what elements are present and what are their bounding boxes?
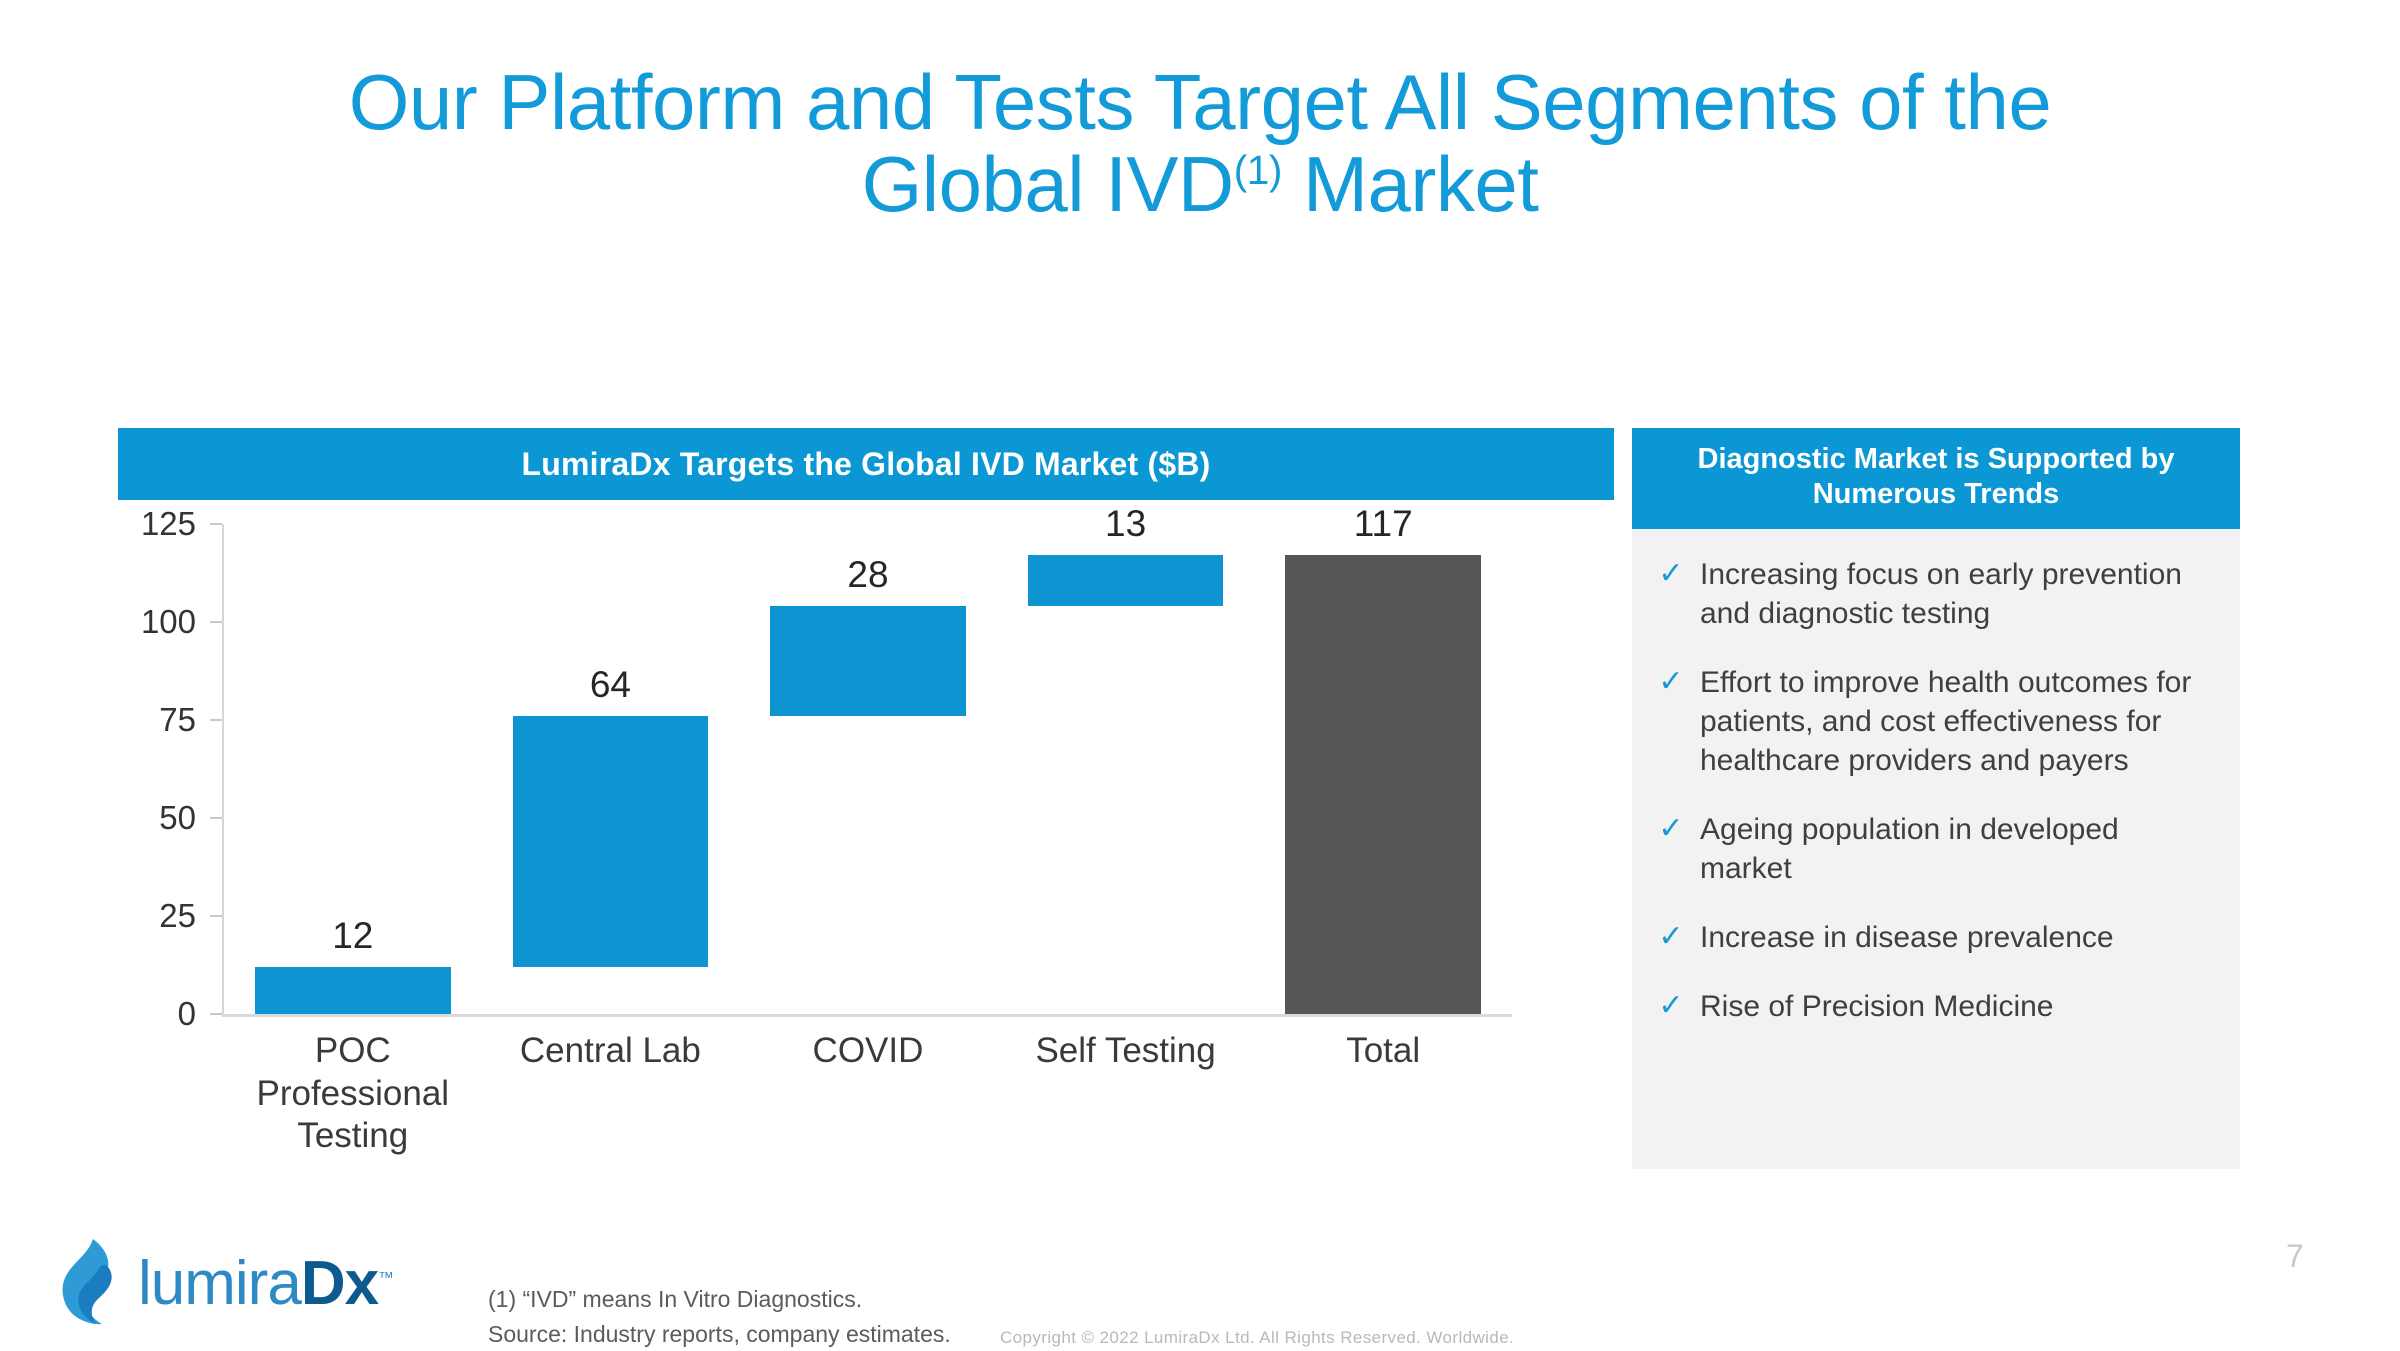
chart-bar-slot: 12 bbox=[224, 524, 482, 1014]
x-axis-category-label: Total bbox=[1254, 1030, 1512, 1073]
trend-item-text: Increase in disease prevalence bbox=[1700, 918, 2212, 957]
y-axis-tick-label: 0 bbox=[178, 995, 196, 1033]
chart-bar-value-label: 117 bbox=[1254, 503, 1512, 545]
page-number: 7 bbox=[2286, 1238, 2304, 1275]
logo-trademark: ™ bbox=[378, 1269, 393, 1286]
y-axis-tick-mark bbox=[210, 621, 222, 623]
chart-bar-value-label: 28 bbox=[739, 554, 997, 596]
check-icon: ✓ bbox=[1654, 555, 1688, 593]
chart-plot-wrapper: 0255075100125 12642813117 POCProfessiona… bbox=[118, 524, 1614, 1084]
trend-list-item: ✓ Increasing focus on early prevention an… bbox=[1654, 555, 2212, 633]
chart-bar bbox=[1028, 555, 1224, 606]
chart-bar-value-label: 13 bbox=[997, 503, 1255, 545]
x-axis-category-line: POC bbox=[224, 1030, 482, 1073]
check-icon: ✓ bbox=[1654, 987, 1688, 1025]
lumiradx-logo: lumiraDx™ bbox=[58, 1238, 393, 1330]
x-axis-category-label: POCProfessionalTesting bbox=[224, 1030, 482, 1158]
trend-item-text: Increasing focus on early prevention and… bbox=[1700, 555, 2212, 633]
footnotes: (1) “IVD” means In Vitro Diagnostics. So… bbox=[488, 1282, 951, 1351]
chart-bar-value-label: 12 bbox=[224, 915, 482, 957]
y-axis-tick-label: 125 bbox=[141, 505, 196, 543]
x-axis-category-line: Self Testing bbox=[997, 1030, 1255, 1073]
check-icon: ✓ bbox=[1654, 663, 1688, 701]
x-axis-line bbox=[222, 1014, 1512, 1017]
x-axis-category-label: Self Testing bbox=[997, 1030, 1255, 1073]
x-axis-category-label: COVID bbox=[739, 1030, 997, 1073]
chart-bar bbox=[1285, 555, 1481, 1014]
x-axis-category-line: Total bbox=[1254, 1030, 1512, 1073]
y-axis-tick-mark bbox=[210, 719, 222, 721]
y-axis-tick-label: 25 bbox=[159, 897, 196, 935]
footnote-ivd: (1) “IVD” means In Vitro Diagnostics. bbox=[488, 1282, 951, 1317]
x-axis-labels: POCProfessionalTestingCentral LabCOVIDSe… bbox=[224, 1030, 1512, 1180]
chart-bar-slot: 13 bbox=[997, 524, 1255, 1014]
y-axis: 0255075100125 bbox=[118, 524, 210, 1014]
page-title: Our Platform and Tests Target All Segmen… bbox=[120, 62, 2280, 226]
x-axis-category-line: Testing bbox=[224, 1115, 482, 1158]
trend-item-text: Rise of Precision Medicine bbox=[1700, 987, 2212, 1026]
x-axis-category-line: Central Lab bbox=[482, 1030, 740, 1073]
y-axis-tick-label: 100 bbox=[141, 603, 196, 641]
trend-item-text: Ageing population in developed market bbox=[1700, 810, 2212, 888]
x-axis-category-line: COVID bbox=[739, 1030, 997, 1073]
logo-text-bold: Dx bbox=[301, 1249, 378, 1318]
trends-header-line-2: Numerous Trends bbox=[1650, 477, 2222, 512]
trend-list-item: ✓ Effort to improve health outcomes for p… bbox=[1654, 663, 2212, 780]
logo-text-light: lumira bbox=[138, 1249, 301, 1318]
page-title-line-2-suffix: Market bbox=[1282, 140, 1539, 228]
chart-bar-slot: 64 bbox=[482, 524, 740, 1014]
chart-bar bbox=[255, 967, 451, 1014]
chart-header-bar: LumiraDx Targets the Global IVD Market (… bbox=[118, 428, 1614, 500]
trend-list-item: ✓ Ageing population in developed market bbox=[1654, 810, 2212, 888]
y-axis-tick-mark bbox=[210, 523, 222, 525]
trend-item-text: Effort to improve health outcomes for pa… bbox=[1700, 663, 2212, 780]
x-axis-category-line: Professional bbox=[224, 1073, 482, 1116]
copyright-notice: Copyright © 2022 LumiraDx Ltd. All Right… bbox=[1000, 1328, 1514, 1348]
y-axis-tick-mark bbox=[210, 915, 222, 917]
check-icon: ✓ bbox=[1654, 918, 1688, 956]
lumiradx-wordmark: lumiraDx™ bbox=[138, 1253, 393, 1315]
chart-bar bbox=[513, 716, 709, 967]
footnote-source: Source: Industry reports, company estima… bbox=[488, 1317, 951, 1351]
y-axis-tick-mark bbox=[210, 1013, 222, 1015]
chart-title: LumiraDx Targets the Global IVD Market (… bbox=[521, 446, 1210, 483]
chart-bar-slot: 28 bbox=[739, 524, 997, 1014]
trends-panel: Diagnostic Market is Supported by Numero… bbox=[1632, 428, 2240, 1169]
chart-bar bbox=[770, 606, 966, 716]
trend-list-item: ✓ Increase in disease prevalence bbox=[1654, 918, 2212, 957]
flame-logo-icon bbox=[58, 1238, 124, 1330]
trends-list: ✓ Increasing focus on early prevention an… bbox=[1632, 529, 2240, 1169]
trends-header-line-1: Diagnostic Market is Supported by bbox=[1650, 442, 2222, 477]
chart-card: LumiraDx Targets the Global IVD Market (… bbox=[118, 428, 1614, 1168]
page-title-line-1: Our Platform and Tests Target All Segmen… bbox=[120, 62, 2280, 144]
x-axis-category-label: Central Lab bbox=[482, 1030, 740, 1073]
y-axis-tick-label: 75 bbox=[159, 701, 196, 739]
y-axis-tick-mark bbox=[210, 817, 222, 819]
trend-list-item: ✓ Rise of Precision Medicine bbox=[1654, 987, 2212, 1026]
chart-bar-value-label: 64 bbox=[482, 664, 740, 706]
y-axis-tick-label: 50 bbox=[159, 799, 196, 837]
page-title-footnote-marker: (1) bbox=[1234, 147, 1282, 193]
page-title-line-2-text: Global IVD bbox=[862, 140, 1234, 228]
chart-plot-area: 12 64 2813117 bbox=[224, 524, 1512, 1014]
page-title-line-2: Global IVD(1) Market bbox=[120, 144, 2280, 226]
check-icon: ✓ bbox=[1654, 810, 1688, 848]
trends-header-bar: Diagnostic Market is Supported by Numero… bbox=[1632, 428, 2240, 529]
chart-bar-slot: 117 bbox=[1254, 524, 1512, 1014]
